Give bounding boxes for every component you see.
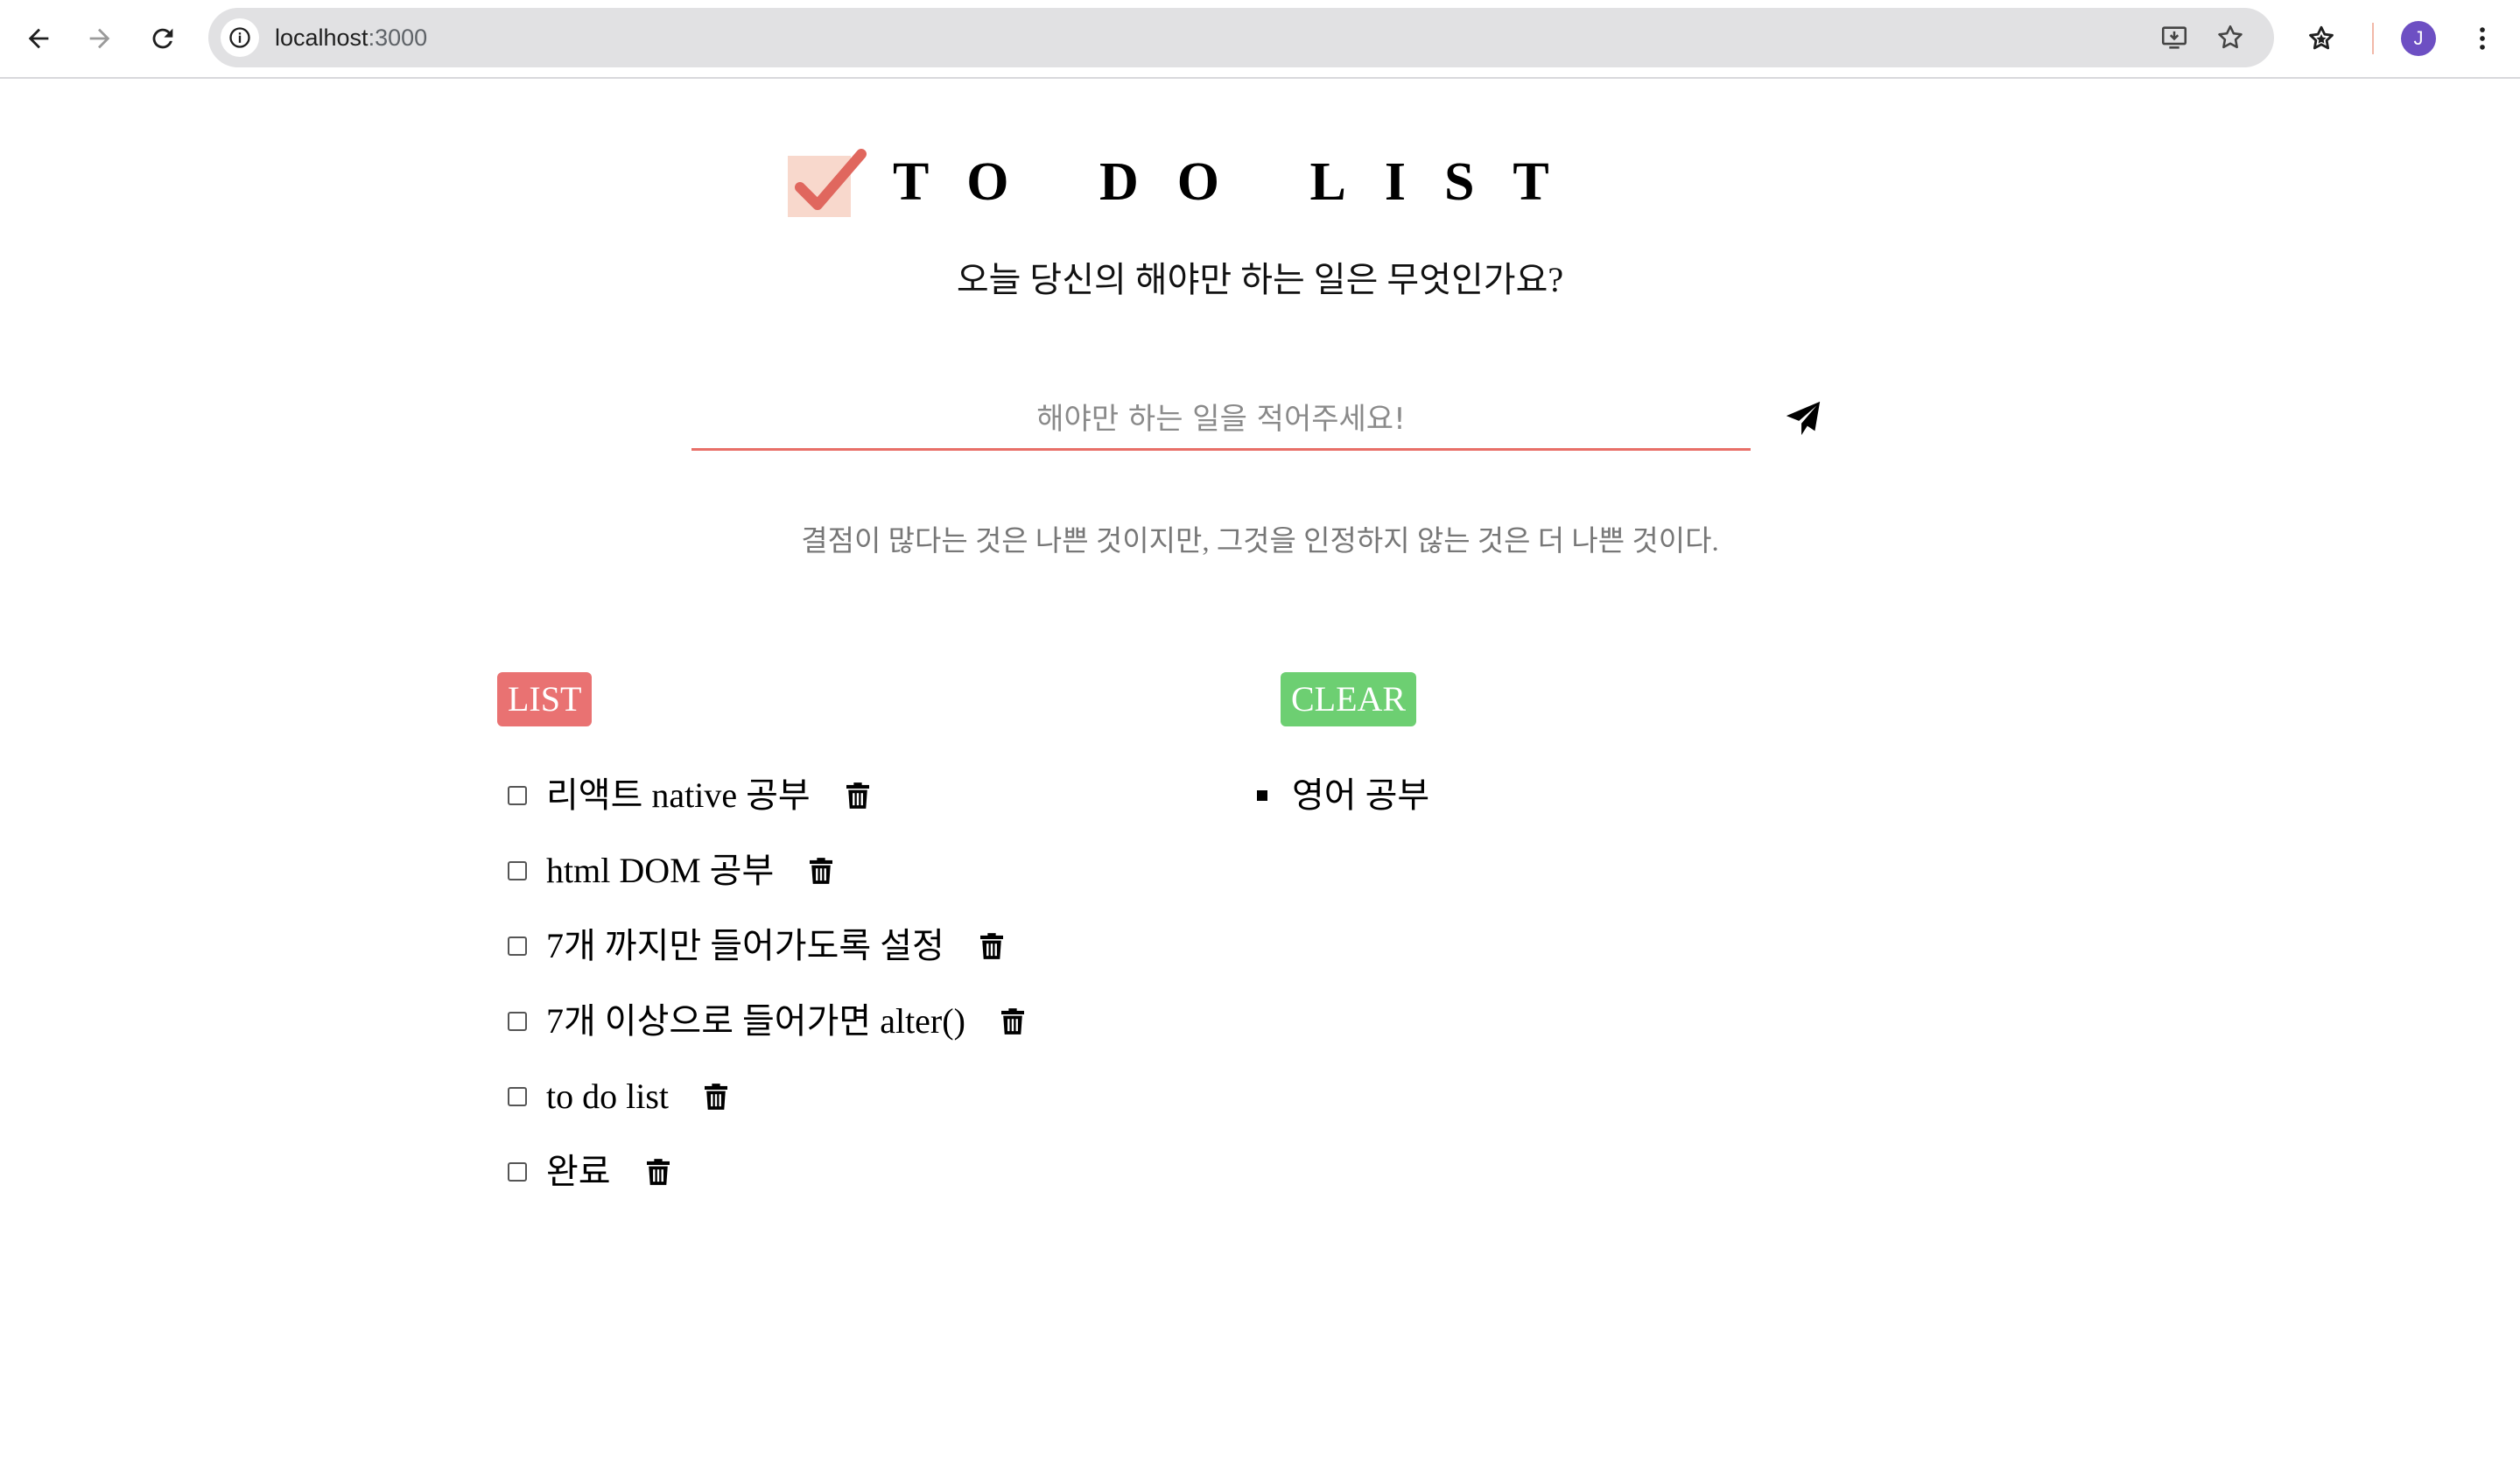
todo-checkbox[interactable] <box>508 936 527 956</box>
page-subtitle: 오늘 당신의 해야만 하는 일은 무엇인가요? <box>956 260 1564 299</box>
todo-list: 리액트 native 공부 html DOM 공부 7개 까지만 들어가도록 설정 7… <box>508 758 1025 1210</box>
more-vertical-icon <box>2480 27 2485 50</box>
trash-icon[interactable] <box>1000 1007 1025 1035</box>
menu-button[interactable] <box>2460 16 2505 61</box>
todo-item: to do list <box>508 1059 1025 1134</box>
bookmarks-button[interactable] <box>2299 16 2344 61</box>
todo-item: 7개 까지만 들어가도록 설정 <box>508 908 1025 984</box>
clear-item: 영어 공부 <box>1257 758 1429 833</box>
bookmarks-star-icon <box>2309 25 2334 50</box>
back-button[interactable] <box>16 16 61 61</box>
arrow-left-icon <box>28 28 49 49</box>
arrow-right-icon <box>89 28 110 49</box>
install-app-icon[interactable] <box>2157 20 2192 55</box>
toolbar-divider <box>2372 23 2374 54</box>
list-section-badge: LIST <box>497 672 593 726</box>
todo-checkbox[interactable] <box>508 1162 527 1182</box>
paper-plane-icon <box>1786 401 1821 436</box>
browser-toolbar: localhost:3000 J <box>0 0 2520 79</box>
profile-avatar[interactable]: J <box>2401 21 2436 56</box>
todo-text: 7개 이상으로 들어가면 alter() <box>546 1001 965 1041</box>
todo-text: 완료 <box>546 1152 611 1191</box>
site-info-icon[interactable] <box>221 18 259 57</box>
clear-text: 영어 공부 <box>1292 775 1430 815</box>
todo-checkbox[interactable] <box>508 1012 527 1031</box>
todo-text: html DOM 공부 <box>546 851 775 890</box>
todo-text: 리액트 native 공부 <box>546 775 811 815</box>
page-title: TO DO LIST <box>893 152 1588 212</box>
bookmark-star-icon[interactable] <box>2213 20 2248 55</box>
todo-item: 완료 <box>508 1134 1025 1210</box>
todo-item: 7개 이상으로 들어가면 alter() <box>508 984 1025 1059</box>
todo-text: to do list <box>546 1077 670 1116</box>
trash-icon[interactable] <box>809 857 833 885</box>
reload-icon <box>152 28 173 49</box>
trash-icon[interactable] <box>979 932 1004 960</box>
forward-button[interactable] <box>77 16 123 61</box>
reload-button[interactable] <box>140 16 186 61</box>
trash-icon[interactable] <box>646 1158 670 1186</box>
trash-icon[interactable] <box>846 782 870 810</box>
quote-text: 결점이 많다는 것은 나쁜 것이지만, 그것을 인정하지 않는 것은 더 나쁜 … <box>801 526 1719 558</box>
todo-item: html DOM 공부 <box>508 833 1025 908</box>
trash-icon[interactable] <box>704 1083 728 1111</box>
address-bar[interactable]: localhost:3000 <box>208 8 2274 67</box>
url-port: :3000 <box>368 25 428 51</box>
todo-input[interactable] <box>691 390 1751 451</box>
bullet-icon <box>1257 790 1267 801</box>
submit-button[interactable] <box>1779 396 1828 441</box>
todo-checkbox[interactable] <box>508 1087 527 1106</box>
todo-checkbox[interactable] <box>508 861 527 880</box>
clear-list: 영어 공부 <box>1257 758 1429 833</box>
todo-text: 7개 까지만 들어가도록 설정 <box>546 926 944 965</box>
todo-item: 리액트 native 공부 <box>508 758 1025 833</box>
checkbox-check-icon <box>786 149 867 219</box>
url-text[interactable]: localhost:3000 <box>275 8 427 67</box>
url-host: localhost <box>275 25 369 51</box>
clear-section-badge: CLEAR <box>1281 672 1417 726</box>
todo-checkbox[interactable] <box>508 786 527 805</box>
